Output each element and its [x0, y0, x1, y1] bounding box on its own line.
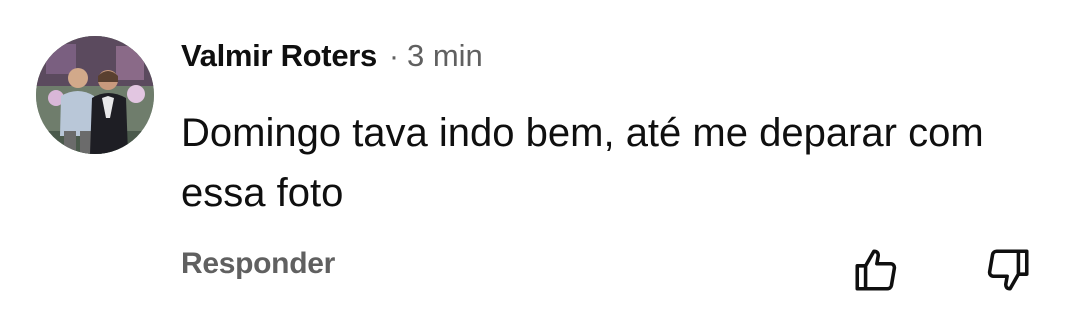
author-name[interactable]: Valmir Roters [181, 38, 377, 74]
comment-text: Domingo tava indo bem, até me deparar co… [181, 111, 984, 215]
dislike-button[interactable] [982, 244, 1034, 296]
reply-button[interactable]: Responder [181, 247, 335, 281]
timestamp: 3 min [406, 38, 483, 73]
avatar[interactable] [36, 36, 154, 154]
separator-dot: · [388, 40, 399, 73]
like-button[interactable] [850, 244, 902, 296]
thumbs-down-icon [987, 249, 1029, 291]
thumbs-up-icon [855, 249, 897, 291]
comment-header: Valmir Roters · 3 min [181, 38, 483, 78]
comment-item: Valmir Roters · 3 min Domingo tava indo … [0, 0, 1080, 311]
avatar-photo [36, 36, 154, 154]
